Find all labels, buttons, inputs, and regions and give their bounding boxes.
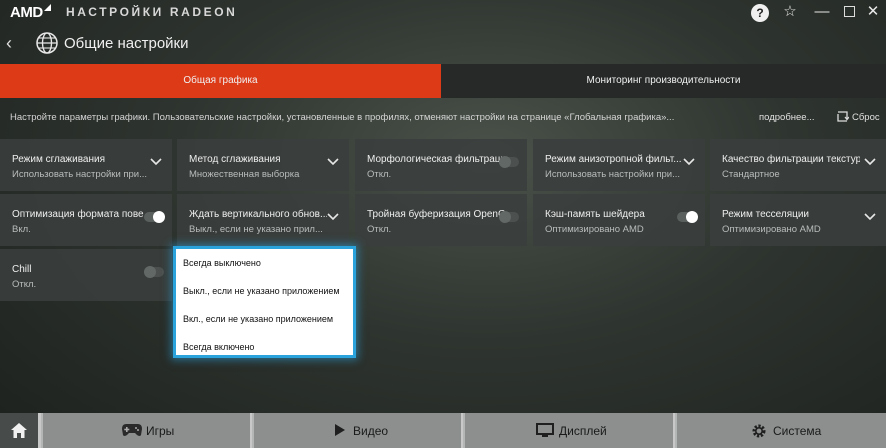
tile-title: Ждать вертикального обнов... [189,209,327,220]
monitor-icon [536,423,554,437]
tile-value: Стандартное [722,169,780,180]
chevron-down-icon[interactable] [864,157,876,167]
toggle-switch[interactable] [499,156,519,168]
tile-value: Использовать настройки при... [12,169,148,180]
tile-anti-aliasing-method[interactable]: Метод сглаживания Множественная выборка [177,139,349,191]
tile-surface-format-optimization[interactable]: Оптимизация формата пове... Вкл. [0,194,172,246]
home-icon [11,423,27,438]
chevron-down-icon[interactable] [327,157,339,167]
dropdown-option-always-off[interactable]: Всегда выключено [183,258,261,268]
tile-title: Режим тесселяции [722,209,810,220]
tile-value: Откл. [367,169,392,180]
play-icon [335,424,345,436]
amd-logo: AMD [10,4,51,21]
vsync-dropdown-menu: Всегда выключено Выкл., если не указано … [173,246,356,358]
back-arrow-icon[interactable]: ‹ [6,33,20,53]
gamepad-icon [122,424,142,436]
star-icon[interactable]: ☆ [779,3,801,21]
nav-system-label: Система [773,424,822,438]
more-link[interactable]: подробнее... [759,112,815,123]
tile-value: Множественная выборка [189,169,300,180]
nav-display-label: Дисплей [559,424,607,438]
minimize-icon[interactable]: — [811,3,833,21]
tile-tessellation-mode[interactable]: Режим тесселяции Оптимизировано AMD [710,194,886,246]
tile-value: Вкл. [12,224,31,235]
tile-title: Кэш-память шейдера [545,209,645,220]
nav-display[interactable]: Дисплей [463,413,673,448]
tile-texture-filtering-quality[interactable]: Качество фильтрации текстур Стандартное [710,139,886,191]
tile-value: Использовать настройки при... [545,169,681,180]
dropdown-option-off-unless-app[interactable]: Выкл., если не указано приложением [183,286,340,296]
tab-general-graphics[interactable]: Общая графика [0,64,441,98]
chevron-down-icon[interactable] [327,212,339,222]
tile-title: Режим сглаживания [12,154,105,165]
tile-value: Оптимизировано AMD [545,224,644,235]
tile-wait-for-vertical-refresh[interactable]: Ждать вертикального обнов... Выкл., если… [177,194,349,246]
toggle-switch[interactable] [499,211,519,223]
toggle-switch[interactable] [144,266,164,278]
nav-games-label: Игры [146,424,175,438]
home-button[interactable] [0,413,38,448]
bottom-navigation: Игры Видео Дисплей Система [0,413,886,448]
toggle-switch[interactable] [144,211,165,223]
tile-opengl-triple-buffering[interactable]: Тройная буферизация OpenGL Откл. [355,194,527,246]
maximize-icon[interactable] [838,3,860,21]
tile-title: Оптимизация формата пове... [12,209,150,220]
tile-value: Оптимизировано AMD [722,224,821,235]
dropdown-option-on-unless-app[interactable]: Вкл., если не указано приложением [183,314,333,324]
tab-performance-monitoring[interactable]: Мониторинг производительности [441,64,886,98]
reset-button[interactable]: Сброс [852,112,880,123]
tile-title: Режим анизотропной фильт... [545,154,682,165]
globe-icon [36,32,58,54]
chevron-down-icon[interactable] [683,157,695,167]
reset-icon[interactable] [836,110,849,123]
title-bar: AMD НАСТРОЙКИ RADEON ? ☆ — ✕ [0,0,886,24]
tile-value: Выкл., если не указано прил... [189,224,323,235]
tile-anti-aliasing-mode[interactable]: Режим сглаживания Использовать настройки… [0,139,172,191]
help-icon[interactable]: ? [751,4,769,22]
chevron-down-icon[interactable] [864,212,876,222]
tile-title: Тройная буферизация OpenGL [367,209,505,220]
tile-chill[interactable]: Chill Откл. [0,249,172,301]
nav-video[interactable]: Видео [252,413,461,448]
chevron-down-icon[interactable] [150,157,162,167]
app-title: НАСТРОЙКИ RADEON [66,5,238,19]
tab-bar: Общая графика Мониторинг производительно… [0,64,886,98]
tile-value: Откл. [367,224,392,235]
gear-icon [752,424,766,438]
nav-games[interactable]: Игры [41,413,250,448]
tile-title: Метод сглаживания [189,154,281,165]
tile-title: Chill [12,264,32,275]
close-icon[interactable]: ✕ [862,3,884,21]
page-title: Общие настройки [64,35,189,52]
tile-shader-cache[interactable]: Кэш-память шейдера Оптимизировано AMD [533,194,705,246]
tile-morphological-filtering[interactable]: Морфологическая фильтрация Откл. [355,139,527,191]
tile-anisotropic-filtering-mode[interactable]: Режим анизотропной фильт... Использовать… [533,139,705,191]
tile-title: Морфологическая фильтрация [367,154,505,165]
tile-title: Качество фильтрации текстур [722,154,860,165]
info-description: Настройте параметры графики. Пользовател… [10,112,675,123]
dropdown-option-always-on[interactable]: Всегда включено [183,342,254,352]
toggle-switch[interactable] [677,211,698,223]
tile-value: Откл. [12,279,37,290]
nav-system[interactable]: Система [675,413,886,448]
nav-video-label: Видео [353,424,389,438]
